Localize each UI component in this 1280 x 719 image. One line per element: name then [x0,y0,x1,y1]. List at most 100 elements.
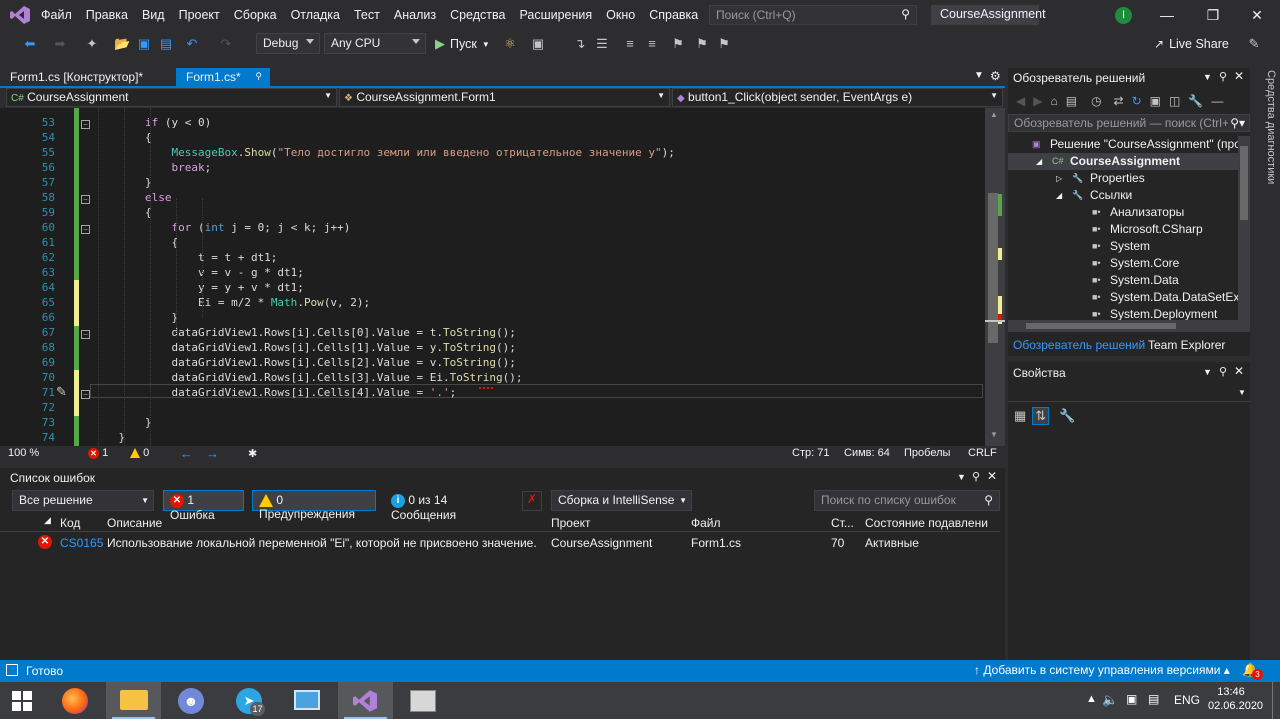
error-code-link[interactable]: CS0165 [60,536,103,550]
menu-item[interactable]: Анализ [387,8,443,22]
code-editor[interactable]: ✎ 53 if (y < 0) 54 {55 MessageBox.Show("Т… [0,108,1005,446]
code-line[interactable]: } [92,431,125,444]
code-line[interactable]: MessageBox.Show("Тело достигло земли или… [92,146,674,159]
code-line[interactable]: if (y < 0) [92,116,211,129]
error-count[interactable]: ✕ 1 [88,447,108,459]
tree-item[interactable]: ■• Анализаторы [1008,204,1238,221]
pin-icon[interactable]: ⚲ [972,470,980,483]
code-line[interactable]: dataGridView1.Rows[i].Cells[4].Value = '… [92,386,456,399]
categorized-icon[interactable]: ▦ [1014,408,1026,424]
filter-clear-icon[interactable]: ✗ [522,491,542,511]
code-cleanup-icon[interactable]: ✱ [248,447,257,460]
feedback-icon[interactable]: ✎ [1246,36,1262,52]
code-line[interactable]: { [92,206,152,219]
tree-horizontal-scrollbar[interactable] [1008,320,1250,332]
code-line[interactable]: dataGridView1.Rows[i].Cells[2].Value = v… [92,356,515,369]
step-icon[interactable]: ↴ [572,36,588,52]
tree-vertical-scrollbar[interactable] [1238,136,1250,320]
column-header-description[interactable]: Описание [107,516,162,530]
tree-item[interactable]: ▣ Решение "CourseAssignment" (проект [1008,136,1238,153]
solution-search-input[interactable]: Обозреватель решений — поиск (Ctrl+;) ⚲▾ [1008,114,1250,132]
undo-icon[interactable]: ↶ [184,36,200,52]
tree-item[interactable]: ■• System.Deployment [1008,306,1238,320]
live-share-button[interactable]: ↗ Live Share [1154,37,1229,51]
code-line[interactable]: t = t + dt1; [92,251,277,264]
tree-item[interactable]: ■• System [1008,238,1238,255]
tree-item[interactable]: ■• System.Data [1008,272,1238,289]
maximize-button[interactable]: ❐ [1190,0,1236,30]
quick-launch-search[interactable]: Поиск (Ctrl+Q) ⚲ [709,5,917,25]
warnings-filter-button[interactable]: 0 Предупреждения [252,490,376,521]
menu-item[interactable]: Средства [443,8,512,22]
forward-icon[interactable]: ➡ [52,36,68,52]
browser-link-icon[interactable]: ▣ [530,36,546,52]
gear-icon[interactable]: ⚙ [990,69,1001,83]
build-filter-dropdown[interactable]: Сборка и IntelliSense ▼ [551,490,692,511]
project-dropdown[interactable]: C# CourseAssignment ▼ [6,88,337,107]
code-line[interactable]: dataGridView1.Rows[i].Cells[3].Value = E… [92,371,522,384]
code-line[interactable]: dataGridView1.Rows[i].Cells[0].Value = t… [92,326,515,339]
next-bookmark-icon[interactable]: ⚑ [716,36,732,52]
menu-item[interactable]: Проект [172,8,227,22]
close-button[interactable]: ✕ [1234,0,1280,30]
tree-item[interactable]: ▷ 🔧 Properties [1008,170,1238,187]
taskbar-app[interactable] [396,682,451,719]
code-line[interactable]: } [92,176,152,189]
fold-toggle-icon[interactable]: − [81,330,90,339]
back-icon[interactable]: ◀ [1016,94,1025,108]
code-line[interactable]: Ei = m/2 * Math.Pow(v, 2); [92,296,370,309]
alphabetical-icon[interactable]: ⇅ [1032,407,1050,425]
code-line[interactable]: { [92,236,178,249]
property-pages-icon[interactable]: 🔧 [1059,408,1075,424]
diagnostics-side-tab[interactable]: Средства диагностики [1255,68,1277,188]
minimize-button[interactable]: — [1144,0,1190,30]
menu-item[interactable]: Файл [34,8,79,22]
close-panel-icon[interactable]: ✕ [1234,69,1244,83]
fold-toggle-icon[interactable]: − [81,120,90,129]
properties-icon[interactable]: 🔧 [1188,94,1203,108]
indentation-indicator[interactable]: Пробелы [904,447,950,459]
tree-item[interactable]: ◢ 🔧 Ссылки [1008,187,1238,204]
taskbar-explorer[interactable] [106,682,161,719]
open-folder-icon[interactable]: 📂 [114,36,130,52]
taskbar-visual-studio[interactable] [338,682,393,719]
history-icon[interactable]: ◷ [1091,94,1101,108]
code-line[interactable]: for (int j = 0; j < k; j++) [92,221,350,234]
battery-icon[interactable]: ▣ [1126,692,1137,706]
code-line[interactable]: break; [92,161,211,174]
menu-item[interactable]: Сборка [227,8,284,22]
scrollbar-thumb[interactable] [1026,323,1176,329]
forward-icon[interactable]: ▶ [1033,94,1042,108]
redo-icon[interactable]: ↷ [218,36,234,52]
fold-toggle-icon[interactable]: − [81,390,90,399]
menu-item[interactable]: Вид [135,8,172,22]
menu-item[interactable]: Окно [599,8,642,22]
scope-dropdown[interactable]: Все решение ▼ [12,490,154,511]
code-line[interactable]: } [92,416,152,429]
step-over-icon[interactable]: ☰ [594,36,610,52]
show-all-files-icon[interactable]: ◫ [1169,94,1180,108]
tree-item[interactable]: ■• System.Core [1008,255,1238,272]
column-header-file[interactable]: Файл [691,516,721,530]
close-panel-icon[interactable]: ✕ [1234,364,1244,378]
tab-team-explorer[interactable]: Team Explorer [1148,338,1225,352]
scroll-up-icon[interactable]: ▲ [990,110,998,119]
tab-code[interactable]: Form1.cs* ⚲ [176,68,270,87]
taskbar-firefox[interactable] [48,682,103,719]
save-icon[interactable]: ▣ [136,36,152,52]
menu-item[interactable]: Отладка [284,8,347,22]
properties-object-dropdown[interactable]: ▼ [1008,384,1250,402]
prev-bookmark-icon[interactable]: ⚑ [694,36,710,52]
nav-forward-icon[interactable]: → [206,446,219,461]
vertical-scrollbar[interactable]: ▲ ▼ [985,108,1005,446]
table-row[interactable]: ✕ CS0165 Использование локальной перемен… [0,533,1000,551]
more-icon[interactable]: — [1211,94,1223,108]
close-panel-icon[interactable]: ✕ [987,469,997,483]
account-avatar[interactable]: I [1115,7,1132,24]
tab-list-icon[interactable]: ▼ [974,70,984,81]
menu-item[interactable]: Справка [642,8,705,22]
tray-expand-icon[interactable]: ▲ [1086,693,1097,705]
back-icon[interactable]: ⬅ [22,36,38,52]
fold-toggle-icon[interactable]: − [81,225,90,234]
tree-item[interactable]: ■• System.Data.DataSetExtension [1008,289,1238,306]
